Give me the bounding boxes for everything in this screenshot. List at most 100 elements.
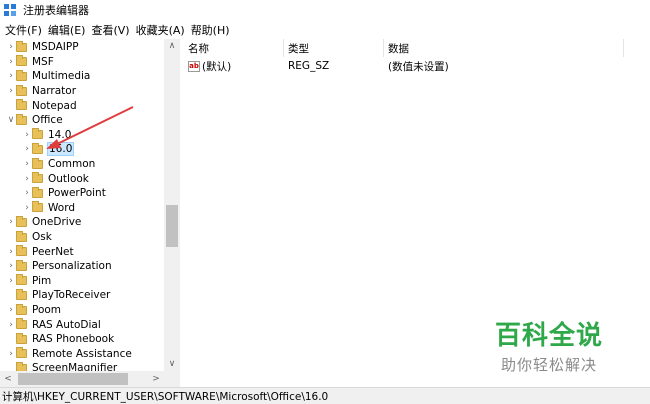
watermark-logo: 百科全说 (494, 321, 603, 351)
folder-icon (16, 230, 27, 242)
expand-chevron-icon[interactable]: › (6, 274, 16, 288)
watermark-subtitle: 助你轻松解决 (500, 356, 597, 374)
folder-icon (16, 303, 27, 315)
tree-item[interactable]: PlayToReceiver (6, 288, 111, 303)
folder-icon (32, 186, 43, 198)
folder-icon (16, 215, 27, 227)
tree-item[interactable]: › Poom (6, 303, 62, 318)
folder-icon (16, 318, 27, 330)
tree-item[interactable]: ∨ Office (6, 113, 64, 128)
tree-item[interactable]: Notepad (6, 98, 78, 113)
menu-file[interactable]: 文件(F) (2, 22, 45, 38)
scroll-up-icon[interactable]: ∧ (164, 39, 180, 53)
scroll-down-icon[interactable]: ∨ (164, 357, 180, 371)
column-header-type[interactable]: 类型 (284, 39, 384, 57)
expand-chevron-icon[interactable]: › (6, 318, 16, 332)
expand-chevron-icon (6, 230, 16, 244)
folder-icon (16, 40, 27, 52)
collapse-chevron-icon[interactable]: ∨ (6, 113, 16, 127)
folder-icon (32, 201, 43, 213)
tree-item-label: PlayToReceiver (32, 289, 111, 302)
scroll-right-icon[interactable]: > (148, 371, 164, 387)
scroll-left-icon[interactable]: < (0, 371, 16, 387)
column-header-name[interactable]: 名称 (184, 39, 284, 57)
tree-vertical-scrollbar[interactable]: ∧ ∨ (164, 39, 180, 371)
expand-chevron-icon[interactable]: › (6, 55, 16, 69)
tree-item[interactable]: › Remote Assistance (6, 347, 133, 362)
menu-favorites[interactable]: 收藏夹(A) (133, 22, 188, 38)
folder-icon (16, 84, 27, 96)
tree-item[interactable]: › OneDrive (6, 215, 82, 230)
folder-icon (32, 172, 43, 184)
tree-item[interactable]: › Word (22, 201, 76, 216)
tree-item[interactable]: › Multimedia (6, 69, 91, 84)
scroll-thumb[interactable] (166, 205, 178, 247)
folder-icon (16, 288, 27, 300)
tree-item[interactable]: › PeerNet (6, 244, 75, 259)
tree-item[interactable]: RAS Phonebook (6, 332, 115, 347)
expand-chevron-icon[interactable]: › (6, 40, 16, 54)
menu-view[interactable]: 查看(V) (88, 22, 132, 38)
folder-icon (32, 128, 43, 140)
tree-item[interactable]: › 16.0 (22, 142, 75, 157)
tree-item[interactable]: › Outlook (22, 171, 90, 186)
expand-chevron-icon[interactable]: › (6, 347, 16, 361)
expand-chevron-icon[interactable]: › (6, 84, 16, 98)
tree-item[interactable]: › RAS AutoDial (6, 317, 102, 332)
tree-item-label: Osk (32, 231, 52, 244)
tree-item-label: Personalization (32, 260, 112, 273)
expand-chevron-icon[interactable]: › (6, 69, 16, 83)
folder-icon (16, 99, 27, 111)
tree-item[interactable]: › MSDAIPP (6, 40, 80, 55)
expand-chevron-icon[interactable]: › (22, 172, 32, 186)
expand-chevron-icon[interactable]: › (22, 128, 32, 142)
tree-horizontal-scrollbar[interactable]: < > (0, 371, 180, 387)
tree-item-label: Remote Assistance (32, 347, 132, 360)
tree-pane: › MSDAIPP › MSF › Multimedia › Narrator Notepad ∨… (0, 39, 180, 387)
tree-item[interactable]: › MSF (6, 55, 55, 70)
tree-item[interactable]: › 14.0 (22, 128, 72, 143)
tree-item-label: OneDrive (32, 216, 82, 229)
tree-item[interactable]: › Narrator (6, 84, 77, 99)
value-name: (默认) (202, 60, 232, 73)
tree-item-label: Multimedia (32, 70, 91, 83)
hscroll-thumb[interactable] (18, 373, 128, 385)
menu-edit[interactable]: 编辑(E) (45, 22, 89, 38)
title-bar: 注册表编辑器 (0, 0, 650, 20)
expand-chevron-icon[interactable]: › (6, 303, 16, 317)
folder-icon (16, 274, 27, 286)
status-path: 计算机\HKEY_CURRENT_USER\SOFTWARE\Microsoft… (2, 390, 329, 403)
tree-item[interactable]: › PowerPoint (22, 186, 107, 201)
window-title: 注册表编辑器 (23, 4, 89, 17)
folder-icon (32, 157, 43, 169)
tree-item[interactable]: › Common (22, 157, 96, 172)
tree-item-label: Common (48, 158, 96, 171)
expand-chevron-icon[interactable]: › (6, 215, 16, 229)
menu-help[interactable]: 帮助(H) (188, 22, 233, 38)
tree-item-label: MSDAIPP (32, 41, 79, 54)
tree-item-label: PowerPoint (48, 187, 106, 200)
string-value-icon: ab (188, 60, 200, 72)
tree-item[interactable]: Osk (6, 230, 53, 245)
tree-item-label: Outlook (48, 172, 89, 185)
folder-icon (16, 332, 27, 344)
expand-chevron-icon[interactable]: › (22, 201, 32, 215)
tree-item[interactable]: › Personalization (6, 259, 113, 274)
expand-chevron-icon[interactable]: › (6, 259, 16, 273)
column-header-data[interactable]: 数据 (384, 39, 624, 57)
value-type: REG_SZ (288, 60, 330, 72)
folder-icon (16, 69, 27, 81)
tree-item-label: RAS AutoDial (32, 318, 101, 331)
folder-icon (32, 142, 43, 154)
tree-item-label: Word (48, 201, 75, 214)
expand-chevron-icon (6, 99, 16, 113)
value-data: (数值未设置) (388, 60, 449, 73)
tree-item-label: Narrator (32, 85, 77, 98)
tree-item[interactable]: › Pim (6, 274, 52, 289)
expand-chevron-icon[interactable]: › (22, 157, 32, 171)
value-row-name[interactable]: ab (默认) (188, 59, 231, 73)
expand-chevron-icon[interactable]: › (22, 186, 32, 200)
expand-chevron-icon[interactable]: › (6, 245, 16, 259)
expand-chevron-icon[interactable]: › (22, 142, 32, 156)
tree-item-label: Office (32, 114, 63, 127)
